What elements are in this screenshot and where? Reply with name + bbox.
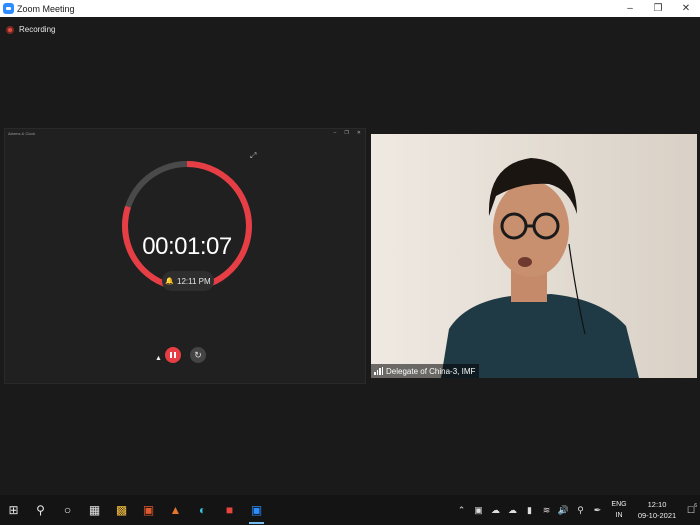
- shared-screen: Alarms & Clock – ❐ ✕ ⤢ 00:01:07 🔔 12:11 …: [4, 128, 366, 384]
- system-tray: ⌃ ▣ ☁ ☁ ▮ ≋ 🔊 ⚲ ✒ ENG IN 12:10 09-10-202…: [453, 495, 700, 525]
- reset-button: ↻: [190, 347, 206, 363]
- battery-icon[interactable]: ▮: [521, 495, 538, 525]
- cortana-icon[interactable]: ○: [54, 495, 81, 525]
- title-bar: Zoom Meeting – ❐ ✕: [0, 0, 700, 17]
- notification-count: 6: [694, 502, 697, 509]
- office-icon[interactable]: ▣: [135, 495, 162, 525]
- recording-label: Recording: [19, 25, 56, 34]
- task-view-icon[interactable]: ▦: [81, 495, 108, 525]
- stopwatch-time: 00:01:07: [142, 233, 232, 260]
- edge-icon[interactable]: ◐: [189, 495, 216, 525]
- clock-date: 09-10-2021: [637, 511, 677, 520]
- notification-icon[interactable]: ☐ 6: [682, 502, 700, 516]
- shared-window-controls: – ❐ ✕: [334, 130, 361, 136]
- clock-time: 12:10: [647, 500, 667, 509]
- record-icon: [6, 25, 14, 34]
- language-top: ENG: [611, 501, 627, 508]
- taskbar-clock[interactable]: 12:10 09-10-2021: [632, 499, 682, 521]
- participant-video[interactable]: Delegate of China-3, IMF: [371, 134, 697, 378]
- window-controls: – ❐ ✕: [616, 0, 700, 17]
- wps-office-icon[interactable]: ■: [216, 495, 243, 525]
- close-icon[interactable]: ✕: [672, 0, 700, 17]
- alarm-time: 12:11 PM: [177, 276, 211, 286]
- vlc-icon[interactable]: ▲: [162, 495, 189, 525]
- mouse-cursor-icon: ▲: [155, 355, 162, 362]
- usb-icon[interactable]: ⚲: [572, 495, 589, 525]
- search-icon[interactable]: ⚲: [27, 495, 54, 525]
- recording-indicator[interactable]: Recording: [6, 25, 55, 34]
- volume-icon[interactable]: 🔊: [555, 495, 572, 525]
- minimize-icon[interactable]: –: [616, 0, 644, 17]
- chevron-up-icon[interactable]: ⌃: [453, 495, 470, 525]
- alarm-time-pill: 🔔 12:11 PM: [162, 271, 214, 291]
- participant-image: [371, 134, 697, 378]
- shared-restore-icon: ❐: [344, 130, 349, 136]
- pause-button: [165, 347, 181, 363]
- file-explorer-icon[interactable]: ▩: [108, 495, 135, 525]
- signal-bars-icon: [374, 367, 383, 375]
- screen-icon[interactable]: ▣: [470, 495, 487, 525]
- shared-window-title: Alarms & Clock: [8, 131, 36, 136]
- restore-icon[interactable]: ❐: [644, 0, 672, 17]
- language-indicator[interactable]: ENG IN: [606, 499, 632, 521]
- wifi-icon[interactable]: ≋: [538, 495, 555, 525]
- window-title: Zoom Meeting: [17, 3, 75, 14]
- pen-icon[interactable]: ✒: [589, 495, 606, 525]
- shared-minimize-icon: –: [333, 130, 337, 136]
- onedrive-icon[interactable]: ☁: [504, 495, 521, 525]
- participant-name-tag: Delegate of China-3, IMF: [371, 364, 480, 378]
- zoom-app-icon: [3, 3, 14, 14]
- participant-name: Delegate of China-3, IMF: [386, 366, 476, 376]
- cloud-icon[interactable]: ☁: [487, 495, 504, 525]
- windows-start-icon[interactable]: ⊞: [0, 495, 27, 525]
- zoom-taskbar-icon[interactable]: ▣: [243, 495, 270, 525]
- bell-icon: 🔔: [165, 278, 175, 285]
- windows-taskbar: ⊞ ⚲ ○ ▦ ▩ ▣ ▲ ◐ ■ ▣ ⌃ ▣ ☁ ☁ ▮ ≋ 🔊 ⚲ ✒ EN…: [0, 495, 700, 525]
- zoom-meeting-screen: Zoom Meeting – ❐ ✕ Recording Alarms & Cl…: [0, 0, 700, 525]
- language-bottom: IN: [615, 512, 623, 519]
- shared-close-icon: ✕: [356, 130, 361, 136]
